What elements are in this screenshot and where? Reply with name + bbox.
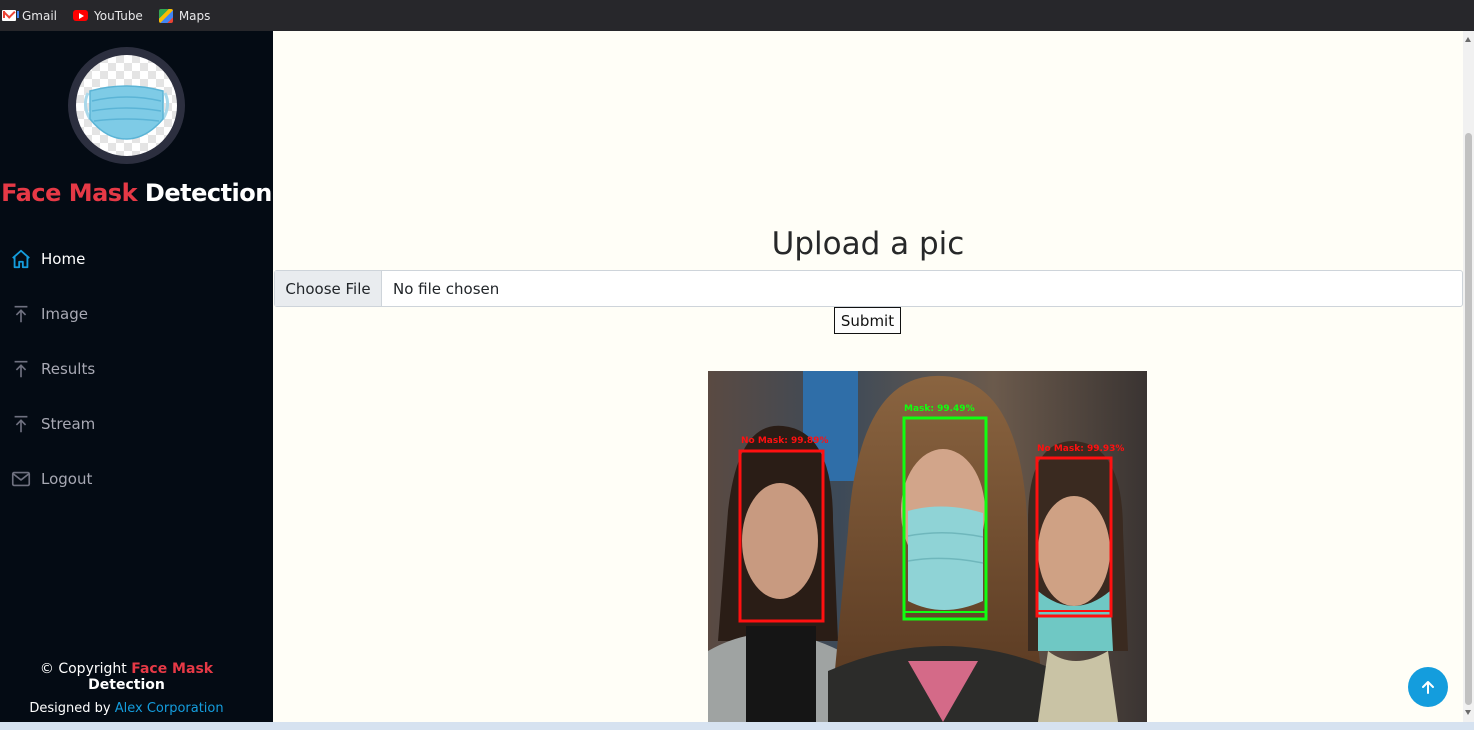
sidebar-item-stream[interactable]: Stream	[0, 396, 273, 451]
sidebar-item-home[interactable]: Home	[0, 231, 273, 286]
arrow-up-icon	[14, 305, 28, 322]
sidebar-item-label: Stream	[41, 414, 96, 433]
back-to-top-button[interactable]	[1408, 667, 1448, 707]
brand-title-red: Face Mask	[1, 179, 138, 207]
envelope-icon	[11, 471, 31, 486]
sidebar-item-image[interactable]: Image	[0, 286, 273, 341]
brand-title-white: Detection	[144, 179, 272, 207]
page-title: Upload a pic	[771, 226, 965, 262]
bookmark-maps[interactable]: Maps	[158, 8, 211, 23]
scroll-down-icon[interactable]	[1465, 710, 1471, 715]
bookmarks-bar: Gmail YouTube Maps	[0, 0, 1474, 31]
sidebar: Face Mask Detection Home Image Results S…	[0, 31, 273, 730]
designed-by-line: Designed by Alex Corporation	[0, 701, 253, 716]
main-content: Upload a pic Choose File No file chosen …	[273, 31, 1463, 722]
sidebar-nav: Home Image Results Stream Logout	[0, 231, 273, 506]
designer-link[interactable]: Alex Corporation	[115, 701, 224, 716]
scroll-up-icon[interactable]	[1465, 37, 1471, 42]
window-bottom-edge	[0, 722, 1474, 730]
brand-title: Face Mask Detection	[0, 179, 273, 207]
file-status-text: No file chosen	[393, 279, 500, 298]
sidebar-item-logout[interactable]: Logout	[0, 451, 273, 506]
bookmark-label: YouTube	[94, 8, 143, 23]
copyright-brand-red: Face Mask	[131, 661, 214, 677]
home-icon	[12, 249, 30, 268]
file-input[interactable]: Choose File No file chosen	[274, 270, 1463, 307]
copyright-brand-white: Detection	[88, 677, 165, 693]
sidebar-item-results[interactable]: Results	[0, 341, 273, 396]
maps-icon	[158, 8, 173, 23]
scrollbar-thumb[interactable]	[1465, 133, 1472, 705]
gmail-icon	[2, 10, 19, 21]
detection-label: No Mask: 99.93%	[1037, 444, 1124, 454]
arrow-up-icon	[1422, 681, 1434, 694]
arrow-up-icon	[14, 360, 28, 377]
choose-file-button[interactable]: Choose File	[275, 271, 382, 306]
sidebar-item-label: Results	[41, 359, 96, 378]
copyright-prefix: © Copyright	[39, 661, 127, 677]
submit-button[interactable]: Submit	[834, 307, 901, 334]
designed-by-label: Designed by	[29, 701, 111, 716]
detection-label: No Mask: 99.89%	[741, 436, 828, 446]
detection-label: Mask: 99.49%	[904, 404, 975, 414]
face-mask-logo-icon	[76, 55, 177, 156]
sidebar-footer: © Copyright Face Mask Detection Designed…	[0, 661, 253, 716]
copyright-line: © Copyright Face Mask Detection	[0, 661, 253, 693]
bookmark-label: Maps	[178, 8, 211, 23]
bookmark-label: Gmail	[22, 8, 58, 23]
youtube-icon	[73, 10, 89, 21]
sidebar-item-label: Logout	[41, 469, 93, 488]
bookmark-gmail[interactable]: Gmail	[2, 9, 57, 23]
sidebar-item-label: Image	[41, 304, 88, 323]
arrow-up-icon	[14, 415, 28, 432]
result-image: No Mask: 99.89% Mask: 99.49% No Mask: 99…	[708, 371, 1147, 722]
bookmark-youtube[interactable]: YouTube	[73, 9, 143, 23]
logo[interactable]	[68, 47, 185, 164]
sidebar-item-label: Home	[41, 249, 86, 268]
page-scrollbar[interactable]	[1463, 31, 1474, 722]
